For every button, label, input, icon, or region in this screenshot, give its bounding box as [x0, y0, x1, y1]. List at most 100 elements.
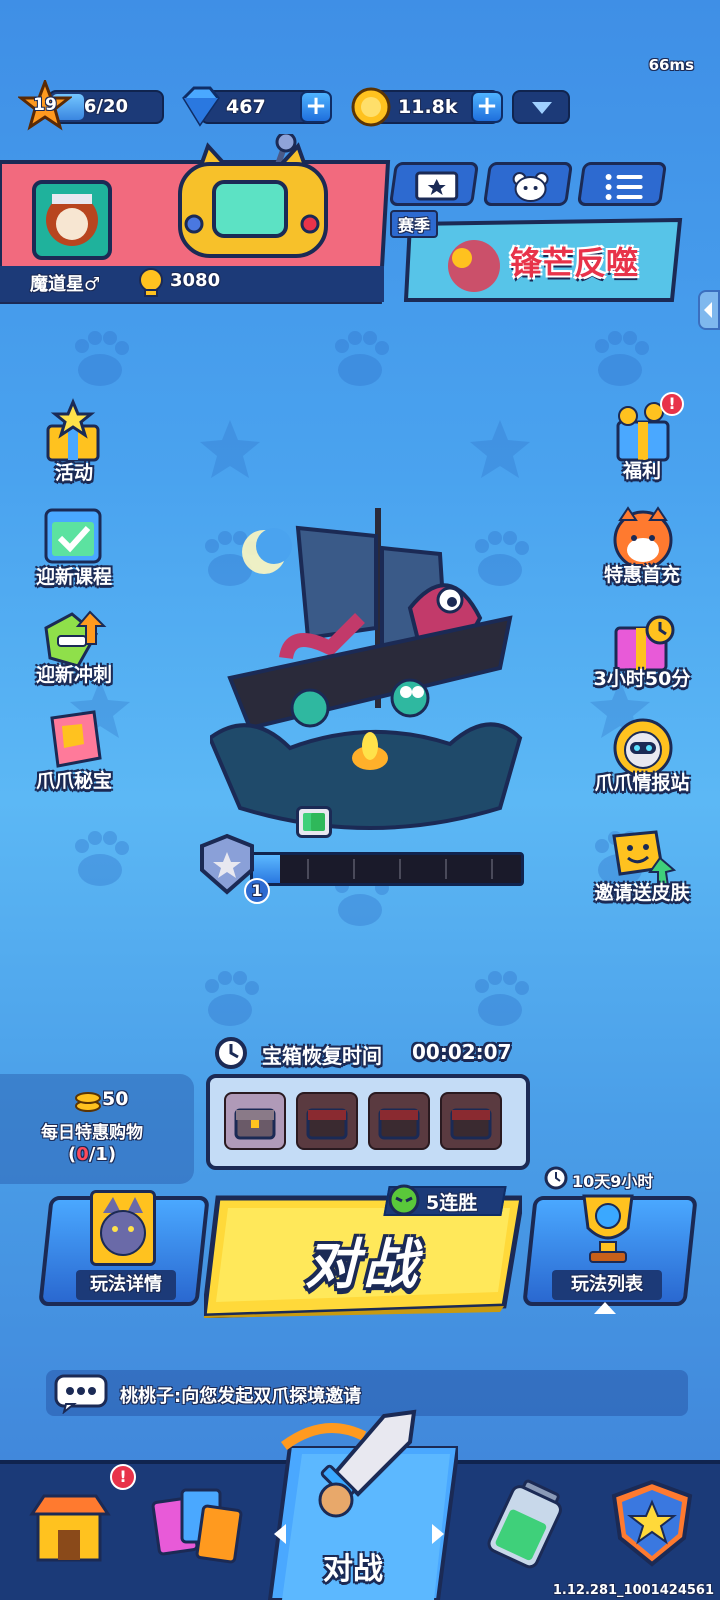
- rank-progress-tick: [399, 859, 401, 879]
- card-hint-bubble[interactable]: [296, 806, 332, 838]
- chevron-up-icon: [594, 1302, 616, 1314]
- add-coins-button[interactable]: +: [471, 91, 503, 123]
- right-menu-invite[interactable]: 邀请送皮肤: [582, 830, 702, 928]
- season-tag: 赛季: [390, 210, 439, 238]
- left-menu-label: 迎新冲刺: [35, 664, 112, 686]
- right-menu-first-topup[interactable]: 特惠首充: [582, 504, 702, 600]
- menu-button[interactable]: [576, 162, 668, 206]
- right-menu-label: 福利: [622, 460, 661, 482]
- wolf-character-icon: [100, 1197, 146, 1256]
- right-menu-timed-gift[interactable]: 3小时50分: [582, 608, 702, 704]
- chest-slots-panel: [206, 1074, 530, 1170]
- sword-icon: [281, 1409, 417, 1518]
- friends-button[interactable]: [482, 162, 574, 206]
- chest-slot[interactable]: [368, 1092, 430, 1150]
- chevron-right-icon[interactable]: [428, 1522, 448, 1546]
- left-menu-treasure[interactable]: 爪爪秘宝: [14, 706, 134, 802]
- trophy-blue-gem-icon: [582, 1194, 634, 1263]
- coin-icon: [351, 87, 391, 127]
- chest-slot[interactable]: [224, 1092, 286, 1150]
- season-tag-text: 赛季: [398, 216, 431, 235]
- chat-bubble-icon: [54, 1374, 108, 1414]
- mode-list-label: 玩法列表: [571, 1274, 643, 1295]
- season-banner[interactable]: 赛季 锋芒反噬: [390, 210, 686, 304]
- daily-deal-count-total: /1): [88, 1144, 117, 1165]
- mail-star-icon: [415, 171, 459, 201]
- battery-icon: [487, 1479, 562, 1569]
- star-shield-icon: [611, 1479, 693, 1567]
- daily-deal-count-open: (: [67, 1144, 77, 1165]
- left-menu-sprint[interactable]: 迎新冲刺: [14, 604, 134, 700]
- list-menu-icon: [605, 174, 643, 200]
- left-menu-label: 迎新课程: [35, 566, 112, 588]
- chevron-down-icon: [532, 102, 552, 114]
- right-menu-label: 爪爪情报站: [594, 772, 690, 794]
- mode-list-label-bg: 玩法列表: [552, 1270, 662, 1300]
- rank-progress-tick: [445, 859, 447, 879]
- right-menu-label: 邀请送皮肤: [594, 882, 690, 904]
- alert-badge: !: [110, 1464, 136, 1490]
- win-streak-face-icon: [388, 1184, 420, 1216]
- right-menu-intel-station[interactable]: 爪爪情报站: [582, 712, 702, 808]
- profile-banner[interactable]: 魔道星♂ 3080: [0, 134, 396, 306]
- chevron-left-icon[interactable]: [270, 1522, 290, 1546]
- daily-deal-coins: 50: [102, 1088, 129, 1110]
- nav-cards[interactable]: [150, 1478, 246, 1574]
- win-streak-text: 5连胜: [426, 1192, 478, 1214]
- daily-deal-count-current: 0: [76, 1144, 89, 1165]
- alert-badge: !: [660, 392, 684, 416]
- left-menu-label: 爪爪秘宝: [35, 770, 112, 792]
- avatar[interactable]: [32, 180, 112, 260]
- level-number: 19: [33, 95, 57, 115]
- chest-timer-value: 00:02:07: [412, 1040, 512, 1064]
- chevron-left-icon: [704, 302, 712, 318]
- rank-badge-number: 1: [244, 878, 270, 904]
- chat-message: 桃桃子:向您发起双爪探境邀请: [120, 1386, 362, 1407]
- treasure-chest-icon: [378, 1108, 420, 1140]
- chest-slot[interactable]: [440, 1092, 502, 1150]
- daily-deal-count: (0/1): [0, 1144, 184, 1165]
- left-menu-activity[interactable]: 活动: [14, 398, 134, 494]
- clock-icon: [544, 1166, 568, 1190]
- gems-value: 467: [226, 96, 266, 118]
- side-drawer-handle[interactable]: [698, 290, 720, 330]
- left-menu-course[interactable]: 迎新课程: [14, 500, 134, 596]
- mode-details-label: 玩法详情: [90, 1274, 162, 1295]
- rank-progress-bar: [250, 852, 524, 886]
- season-title: 锋芒反噬: [510, 244, 639, 282]
- clock-icon: [215, 1037, 247, 1069]
- rank-progress-tick: [491, 859, 493, 879]
- right-menu-label: 3小时50分: [593, 668, 691, 690]
- bear-face-icon: [512, 172, 549, 202]
- treasure-chest-icon: [450, 1108, 492, 1140]
- nav-battle-label: 对战: [323, 1552, 383, 1587]
- avatar-portrait-icon: [46, 194, 98, 246]
- nav-shop[interactable]: [24, 1478, 120, 1574]
- chest-slot[interactable]: [296, 1092, 358, 1150]
- shop-icon: [29, 1494, 111, 1562]
- mail-button[interactable]: [388, 162, 480, 206]
- player-name: 魔道星♂: [30, 274, 101, 295]
- trophy-paw-icon: [139, 268, 163, 297]
- add-gems-button[interactable]: +: [300, 91, 332, 123]
- expand-currency-button[interactable]: [512, 90, 570, 124]
- coins-value: 11.8k: [398, 96, 458, 118]
- nav-rank[interactable]: [604, 1476, 700, 1572]
- right-menu-welfare[interactable]: ! 福利: [582, 392, 702, 494]
- right-menu-label: 特惠首充: [603, 564, 680, 586]
- daily-deal-panel[interactable]: 50 每日特惠购物 (0/1): [0, 1074, 194, 1184]
- mode-details-label-bg: 玩法详情: [76, 1270, 176, 1300]
- treasure-chest-icon: [234, 1108, 276, 1140]
- nav-battery[interactable]: [478, 1476, 574, 1572]
- treasure-chest-icon: [306, 1108, 348, 1140]
- calendar-check-icon: [44, 508, 102, 564]
- left-menu-label: 活动: [54, 462, 93, 484]
- cat-console-icon: [178, 134, 328, 258]
- rank-progress-tick: [307, 859, 309, 879]
- battle-button-label: 对战: [305, 1233, 421, 1296]
- coin-stack-icon: [75, 1092, 101, 1112]
- chest-timer-label: 宝箱恢复时间: [262, 1044, 382, 1068]
- ping-indicator: 66ms: [648, 56, 694, 74]
- cards-question-icon: [303, 813, 325, 831]
- rank-progress-tick: [353, 859, 355, 879]
